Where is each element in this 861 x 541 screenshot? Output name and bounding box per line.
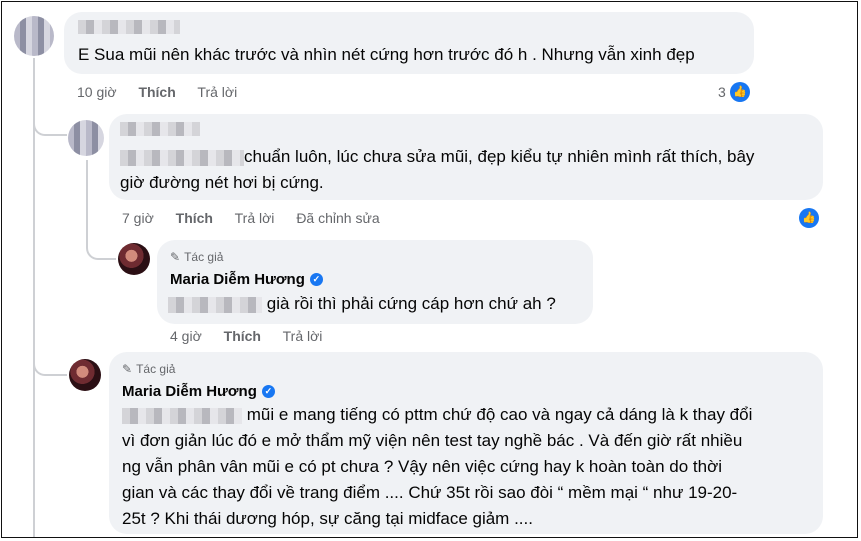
reply-button[interactable]: Trả lời — [197, 84, 237, 100]
mention-redacted[interactable] — [120, 149, 244, 166]
mention-redacted[interactable] — [122, 407, 242, 424]
edited-label[interactable]: Đã chỉnh sửa — [296, 210, 379, 226]
comment-text-line3: ng vẫn phân vân mũi e có pt chưa ? Vậy n… — [122, 457, 723, 476]
commenter-name-redacted[interactable] — [120, 122, 200, 136]
author-avatar[interactable] — [69, 359, 101, 391]
thread-line — [86, 160, 88, 240]
comment-time[interactable]: 4 giờ — [170, 328, 202, 344]
comment-text: mũi e mang tiếng có pttm chứ độ cao và n… — [122, 402, 752, 532]
comment-text: E Sua mũi nên khác trước và nhìn nét cứn… — [78, 45, 695, 64]
like-button[interactable]: Thích — [224, 328, 261, 344]
author-name-text: Maria Diễm Hương — [122, 383, 257, 400]
like-button[interactable]: Thích — [176, 210, 213, 226]
author-name-text: Maria Diễm Hương — [170, 271, 305, 288]
comment-text-line2: vì đơn giản lúc đó e mở thẩm mỹ viện nên… — [122, 431, 743, 450]
thumbs-up-icon[interactable]: 👍 — [799, 208, 819, 228]
comment-text: chuẩn luôn, lúc chưa sửa mũi, đẹp kiểu t… — [120, 144, 754, 196]
commenter-name-redacted[interactable] — [78, 20, 180, 34]
verified-badge-icon: ✓ — [261, 385, 275, 398]
comment-actions: 4 giờ Thích Trả lời — [170, 328, 340, 344]
comment-text-line2: giờ đường nét hơi bị cứng. — [120, 173, 324, 192]
verified-badge-icon: ✓ — [309, 273, 323, 286]
author-name[interactable]: Maria Diễm Hương ✓ — [170, 271, 323, 288]
like-button[interactable]: Thích — [138, 84, 175, 100]
pencil-icon: ✎ — [170, 250, 181, 264]
comment-actions: 7 giờ Thích Trả lời Đã chỉnh sửa — [122, 210, 398, 226]
comment-thread: E Sua mũi nên khác trước và nhìn nét cứn… — [1, 1, 858, 538]
thread-connector — [33, 358, 67, 376]
author-badge: ✎ Tác giả — [122, 362, 175, 376]
author-badge: ✎ Tác giả — [170, 250, 223, 264]
comment-text-line1: chuẩn luôn, lúc chưa sửa mũi, đẹp kiểu t… — [244, 147, 755, 166]
comment-text-line4: gian và các thay đổi về trang điểm .... … — [122, 483, 738, 502]
thumbs-up-icon: 👍 — [729, 82, 750, 102]
author-tag-label: Tác giả — [136, 362, 176, 376]
comment-actions: 10 giờ Thích Trả lời — [77, 84, 255, 100]
comment-time[interactable]: 7 giờ — [122, 210, 154, 226]
comment-text: già rồi thì phải cứng cáp hơn chứ ah ? — [168, 291, 556, 317]
comment-time[interactable]: 10 giờ — [77, 84, 117, 100]
comment-text-line1: mũi e mang tiếng có pttm chứ độ cao và n… — [246, 405, 753, 424]
reaction-count[interactable]: 3 👍 — [718, 82, 750, 102]
reply-button[interactable]: Trả lời — [283, 328, 323, 344]
commenter-avatar[interactable] — [14, 16, 54, 56]
like-count: 3 — [718, 84, 726, 100]
reply-button[interactable]: Trả lời — [235, 210, 275, 226]
comment-text-line5: 25t ? Khi thái dương hóp, sự căng tại mi… — [122, 509, 533, 528]
pencil-icon: ✎ — [122, 362, 133, 376]
thread-connector — [86, 240, 116, 260]
comment-text-body: già rồi thì phải cứng cáp hơn chứ ah ? — [266, 294, 556, 313]
author-avatar[interactable] — [118, 243, 150, 275]
commenter-avatar[interactable] — [68, 120, 104, 156]
mention-redacted[interactable] — [168, 296, 262, 313]
thread-connector — [33, 114, 67, 136]
author-tag-label: Tác giả — [184, 250, 224, 264]
author-name[interactable]: Maria Diễm Hương ✓ — [122, 383, 275, 400]
